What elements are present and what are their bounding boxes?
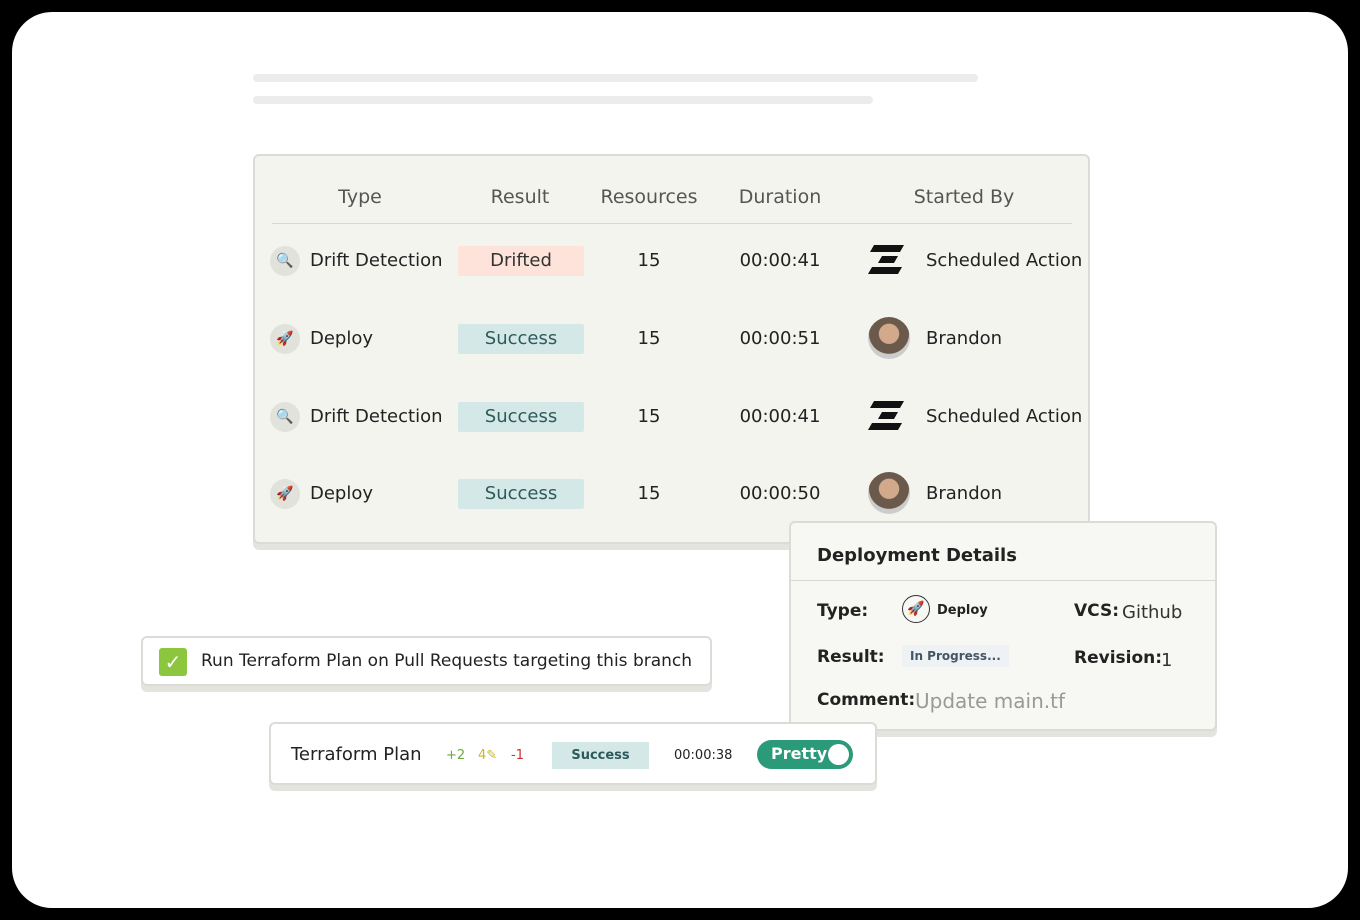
rocket-icon: 🚀 (270, 479, 300, 509)
plan-title: Terraform Plan (291, 744, 422, 765)
env0-logo-icon (868, 401, 904, 430)
header-result: Result (490, 186, 550, 208)
row-started-by: Scheduled Action (926, 406, 1083, 427)
user-avatar (868, 472, 910, 514)
divider (791, 580, 1215, 581)
revision-label: Revision: (1074, 648, 1163, 668)
pencil-icon: ✎ (486, 748, 498, 763)
row-duration: 00:00:41 (739, 406, 821, 427)
type-label: Type: (817, 601, 869, 621)
revision-value: 1 (1161, 650, 1173, 671)
header-duration: Duration (738, 186, 822, 208)
divider (272, 223, 1072, 224)
comment-value: Update main.tf (915, 689, 1065, 713)
result-badge: Success (458, 402, 584, 432)
row-started-by: Brandon (926, 328, 1003, 349)
result-badge: Success (458, 479, 584, 509)
row-resources: 15 (637, 250, 661, 271)
row-resources: 15 (637, 483, 661, 504)
row-duration: 00:00:50 (739, 483, 821, 504)
header-type: Type (338, 186, 382, 208)
toggle-knob (828, 744, 849, 765)
removed-count: -1 (511, 748, 524, 763)
details-title: Deployment Details (817, 545, 1017, 566)
row-resources: 15 (637, 328, 661, 349)
placeholder-line (253, 96, 873, 104)
placeholder-line (253, 74, 978, 82)
type-value: Deploy (937, 603, 988, 618)
toggle-label: Pretty (771, 744, 828, 763)
vcs-label: VCS: (1074, 601, 1119, 621)
row-started-by: Brandon (926, 483, 1003, 504)
run-plan-option[interactable]: ✓ Run Terraform Plan on Pull Requests ta… (141, 636, 712, 686)
rocket-icon: 🚀 (902, 595, 930, 623)
result-badge: In Progress... (902, 645, 1009, 667)
row-started-by: Scheduled Action (926, 250, 1083, 271)
deployment-details-panel: Deployment Details Type: 🚀 Deploy VCS: G… (789, 521, 1217, 731)
plan-duration: 00:00:38 (674, 748, 733, 763)
result-badge: Success (458, 324, 584, 354)
row-type: Drift Detection (310, 406, 443, 427)
row-type: Deploy (310, 328, 374, 349)
rocket-icon: 🚀 (270, 324, 300, 354)
env0-logo-icon (868, 245, 904, 274)
header-started-by: Started By (913, 186, 1015, 208)
changed-count: 4✎ (478, 748, 497, 763)
result-badge: Drifted (458, 246, 584, 276)
plan-result-badge: Success (552, 742, 649, 769)
drift-detection-icon: 🔍 (270, 246, 300, 276)
vcs-value: Github (1122, 602, 1183, 623)
row-type: Drift Detection (310, 250, 443, 271)
checkbox-label: Run Terraform Plan on Pull Requests targ… (201, 651, 693, 671)
result-label: Result: (817, 647, 885, 667)
row-type: Deploy (310, 483, 374, 504)
drift-detection-icon: 🔍 (270, 402, 300, 432)
added-count: +2 (446, 748, 466, 763)
row-resources: 15 (637, 406, 661, 427)
row-duration: 00:00:41 (739, 250, 821, 271)
pretty-toggle[interactable]: Pretty (757, 740, 853, 769)
user-avatar (868, 317, 910, 359)
terraform-plan-row[interactable]: Terraform Plan +2 4✎ -1 Success 00:00:38… (269, 722, 877, 785)
checkbox-checked[interactable]: ✓ (159, 648, 187, 676)
comment-label: Comment: (817, 690, 916, 710)
header-resources: Resources (600, 186, 698, 208)
row-duration: 00:00:51 (739, 328, 821, 349)
